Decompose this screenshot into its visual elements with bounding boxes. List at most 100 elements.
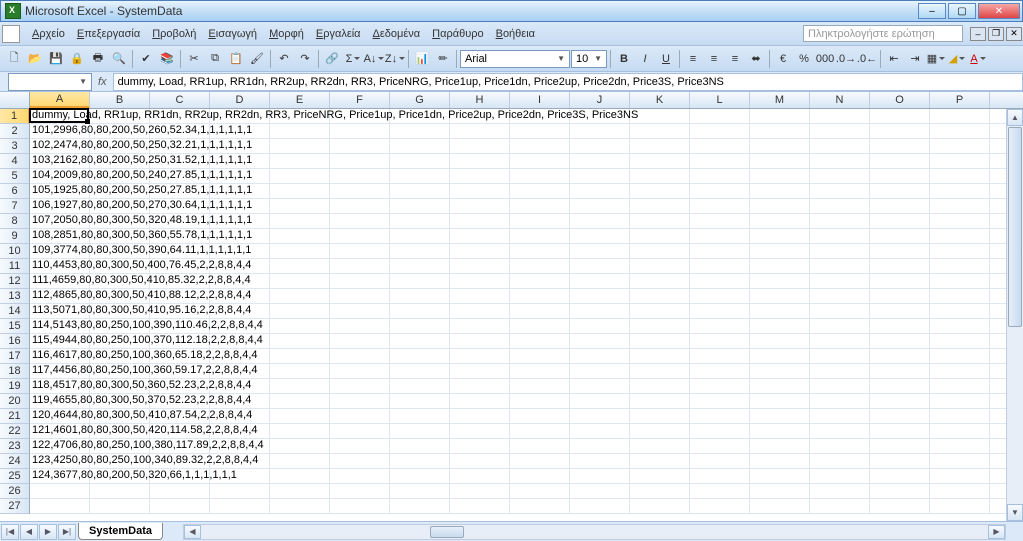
cell-value[interactable]: 123,4250,80,80,250,100,340,89.32,2,2,8,8… <box>32 454 258 466</box>
menu-Παράθυρο[interactable]: Παράθυρο <box>426 26 489 42</box>
bold-button[interactable]: B <box>614 49 634 69</box>
borders-icon[interactable]: ▦ <box>926 49 946 69</box>
row-header[interactable]: 12 <box>0 274 30 289</box>
scroll-down-button[interactable]: ▼ <box>1007 504 1023 521</box>
cell-value[interactable]: 116,4617,80,80,250,100,360,65.18,2,2,8,8… <box>32 349 258 361</box>
cell-value[interactable]: 106,1927,80,80,200,50,270,30.64,1,1,1,1,… <box>32 199 252 211</box>
chart-icon[interactable]: 📊 <box>412 49 432 69</box>
underline-button[interactable]: U <box>656 49 676 69</box>
sort-desc-icon[interactable]: Z↓ <box>385 49 405 69</box>
column-header-J[interactable]: J <box>570 92 630 108</box>
cell-value[interactable]: 111,4659,80,80,300,50,410,85.32,2,2,8,8,… <box>32 274 251 286</box>
scroll-thumb[interactable] <box>430 526 464 538</box>
menu-Μορφή[interactable]: Μορφή <box>263 26 310 42</box>
row-header[interactable]: 21 <box>0 409 30 424</box>
maximize-button[interactable]: ▢ <box>948 3 976 19</box>
sort-asc-icon[interactable]: A↓ <box>364 49 384 69</box>
formula-input[interactable]: dummy, Load, RR1up, RR1dn, RR2up, RR2dn,… <box>113 73 1023 91</box>
row-header[interactable]: 27 <box>0 499 30 514</box>
menu-Βοήθεια[interactable]: Βοήθεια <box>490 26 541 42</box>
cell-value[interactable]: 105,1925,80,80,200,50,250,27.85,1,1,1,1,… <box>32 184 252 196</box>
name-box[interactable]: ▼ <box>8 73 92 91</box>
cell-value[interactable]: 102,2474,80,80,200,50,250,32.21,1,1,1,1,… <box>32 139 252 151</box>
column-header-P[interactable]: P <box>930 92 990 108</box>
cell-value[interactable]: dummy, Load, RR1up, RR1dn, RR2up, RR2dn,… <box>32 109 638 121</box>
row-header[interactable]: 18 <box>0 364 30 379</box>
tab-nav-prev[interactable]: ◀ <box>20 524 38 540</box>
horizontal-scrollbar[interactable]: ◀ ▶ <box>183 524 1006 540</box>
tab-nav-last[interactable]: ▶| <box>58 524 76 540</box>
scroll-thumb[interactable] <box>1008 127 1022 327</box>
column-header-D[interactable]: D <box>210 92 270 108</box>
mdi-close-button[interactable]: ✕ <box>1006 27 1022 41</box>
open-icon[interactable]: 📂 <box>25 49 45 69</box>
increase-indent-icon[interactable]: ⇥ <box>905 49 925 69</box>
comma-icon[interactable]: 000 <box>815 49 835 69</box>
row-header[interactable]: 16 <box>0 334 30 349</box>
save-icon[interactable]: 💾 <box>46 49 66 69</box>
close-button[interactable]: ✕ <box>978 3 1020 19</box>
row-header[interactable]: 22 <box>0 424 30 439</box>
mdi-restore-button[interactable]: ❐ <box>988 27 1004 41</box>
font-color-icon[interactable]: A <box>968 49 988 69</box>
font-size-combo[interactable]: 10▼ <box>571 50 607 68</box>
cell-value[interactable]: 110,4453,80,80,300,50,400,76.45,2,2,8,8,… <box>32 259 251 271</box>
cell-value[interactable]: 114,5143,80,80,250,100,390,110.46,2,2,8,… <box>32 319 263 331</box>
fill-color-icon[interactable]: ◢ <box>947 49 967 69</box>
cell-value[interactable]: 118,4517,80,80,300,50,360,52.23,2,2,8,8,… <box>32 379 251 391</box>
menu-Εργαλεία[interactable]: Εργαλεία <box>310 26 367 42</box>
cell-value[interactable]: 108,2851,80,80,300,50,360,55.78,1,1,1,1,… <box>32 229 252 241</box>
decrease-decimal-icon[interactable]: .0← <box>857 49 877 69</box>
print-icon[interactable]: 🖶 <box>88 49 108 69</box>
row-header[interactable]: 25 <box>0 469 30 484</box>
cell-value[interactable]: 122,4706,80,80,250,100,380,117.89,2,2,8,… <box>32 439 264 451</box>
fx-icon[interactable]: fx <box>98 76 107 88</box>
mdi-minimize-button[interactable]: – <box>970 27 986 41</box>
row-header[interactable]: 14 <box>0 304 30 319</box>
column-header-H[interactable]: H <box>450 92 510 108</box>
row-header[interactable]: 1 <box>0 109 30 124</box>
column-header-C[interactable]: C <box>150 92 210 108</box>
cell-value[interactable]: 104,2009,80,80,200,50,240,27.85,1,1,1,1,… <box>32 169 252 181</box>
vertical-scrollbar[interactable]: ▲ ▼ <box>1006 109 1023 521</box>
row-header[interactable]: 24 <box>0 454 30 469</box>
column-header-M[interactable]: M <box>750 92 810 108</box>
decrease-indent-icon[interactable]: ⇤ <box>884 49 904 69</box>
row-header[interactable]: 8 <box>0 214 30 229</box>
menu-Εισαγωγή[interactable]: Εισαγωγή <box>202 26 263 42</box>
row-header[interactable]: 19 <box>0 379 30 394</box>
menu-Δεδομένα[interactable]: Δεδομένα <box>367 26 427 42</box>
row-header[interactable]: 6 <box>0 184 30 199</box>
cell-value[interactable]: 101,2996,80,80,200,50,260,52.34,1,1,1,1,… <box>32 124 252 136</box>
column-header-K[interactable]: K <box>630 92 690 108</box>
sheet-tab[interactable]: SystemData <box>78 523 163 540</box>
scroll-left-button[interactable]: ◀ <box>184 525 201 539</box>
cell-value[interactable]: 115,4944,80,80,250,100,370,112.18,2,2,8,… <box>32 334 263 346</box>
column-header-G[interactable]: G <box>390 92 450 108</box>
format-painter-icon[interactable]: 🖌 <box>247 49 267 69</box>
column-header-N[interactable]: N <box>810 92 870 108</box>
cell-value[interactable]: 112,4865,80,80,300,50,410,88.12,2,2,8,8,… <box>32 289 251 301</box>
column-header-A[interactable]: A <box>30 92 90 108</box>
print-preview-icon[interactable]: 🔍 <box>109 49 129 69</box>
cell-value[interactable]: 107,2050,80,80,300,50,320,48.19,1,1,1,1,… <box>32 214 252 226</box>
align-center-icon[interactable]: ≡ <box>704 49 724 69</box>
increase-decimal-icon[interactable]: .0→ <box>836 49 856 69</box>
row-header[interactable]: 9 <box>0 229 30 244</box>
row-header[interactable]: 10 <box>0 244 30 259</box>
row-header[interactable]: 23 <box>0 439 30 454</box>
column-header-B[interactable]: B <box>90 92 150 108</box>
cell-value[interactable]: 109,3774,80,80,300,50,390,64.11,1,1,1,1,… <box>32 244 251 256</box>
hyperlink-icon[interactable]: 🔗 <box>322 49 342 69</box>
drawing-icon[interactable]: ✏ <box>433 49 453 69</box>
cell-value[interactable]: 103,2162,80,80,200,50,250,31.52,1,1,1,1,… <box>32 154 252 166</box>
cut-icon[interactable]: ✂ <box>184 49 204 69</box>
row-header[interactable]: 11 <box>0 259 30 274</box>
cell-value[interactable]: 120,4644,80,80,300,50,410,87.54,2,2,8,8,… <box>32 409 252 421</box>
new-icon[interactable]: 🗋 <box>4 49 24 69</box>
cell-value[interactable]: 113,5071,80,80,300,50,410,95.16,2,2,8,8,… <box>32 304 251 316</box>
scroll-up-button[interactable]: ▲ <box>1007 109 1023 126</box>
spelling-icon[interactable]: ✔ <box>136 49 156 69</box>
align-left-icon[interactable]: ≡ <box>683 49 703 69</box>
cell-value[interactable]: 121,4601,80,80,300,50,420,114.58,2,2,8,8… <box>32 424 258 436</box>
